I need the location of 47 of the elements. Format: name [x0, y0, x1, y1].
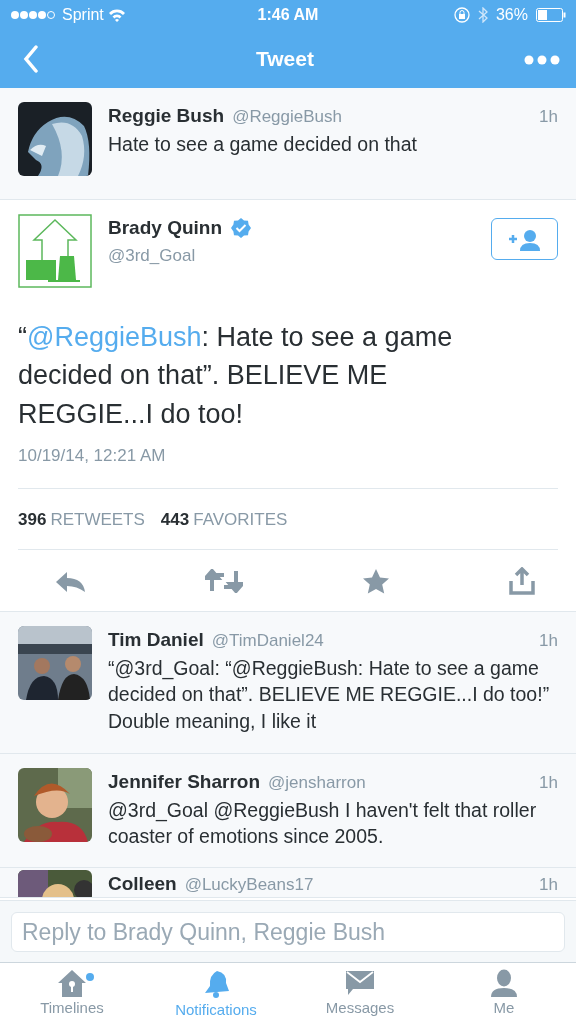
reply-button[interactable]	[55, 569, 87, 593]
tweet-timestamp: 10/19/14, 12:21 AM	[18, 445, 167, 467]
tab-bar-item[interactable]: Timelines	[0, 963, 144, 1024]
stat-count[interactable]: 396	[18, 506, 47, 533]
author-name[interactable]: Jennifer Sharron	[108, 768, 261, 797]
author-name[interactable]: Colleen	[108, 870, 177, 898]
bluetooth-icon	[477, 7, 488, 23]
stat-label[interactable]: FAVORITES	[193, 506, 288, 533]
author-name[interactable]: Reggie Bush	[108, 102, 225, 131]
reply-field[interactable]: Reply to Brady Quinn, Reggie Bush	[11, 912, 565, 952]
tweet-time: 1h	[539, 772, 558, 795]
stat-count[interactable]: 443	[160, 506, 190, 533]
battery-percent: 36%	[495, 5, 528, 25]
home-icon	[57, 969, 87, 997]
carrier-name: Sprint	[62, 5, 104, 25]
person-icon	[490, 969, 518, 997]
signal-icon	[10, 10, 58, 20]
status-time: 1:46 AM	[257, 5, 319, 25]
add-person-icon	[507, 228, 542, 251]
mention-link[interactable]: @ReggieBush	[27, 322, 202, 352]
author-handle[interactable]: @3rd_Goal	[108, 242, 475, 268]
retweet-button[interactable]	[205, 568, 244, 594]
tweet-time: 1h	[539, 106, 558, 128]
wifi-icon	[107, 8, 126, 22]
tweet-text: “@3rd_Goal: “@ReggieBush: Hate to see a game decided on that”. BELIEVE ME REGGIE...I do too!” Double meaning, I like it	[108, 656, 551, 734]
rotation-lock-icon	[453, 7, 470, 23]
follow-button[interactable]	[491, 218, 558, 260]
share-button[interactable]	[508, 567, 536, 595]
tweet-time: 1h	[539, 630, 558, 653]
tab-bar-item[interactable]: Me	[432, 963, 576, 1024]
stat-label[interactable]: RETWEETS	[50, 506, 145, 533]
tweet-text: @3rd_Goal @ReggieBush I haven't felt that roller coaster of emotions since 2005.	[108, 798, 538, 850]
tab-bar-item[interactable]: Notifications	[144, 963, 288, 1024]
author-handle[interactable]: @ReggieBush	[232, 104, 342, 130]
envelope-icon	[345, 969, 375, 997]
tab-bar-item[interactable]: Messages	[288, 963, 432, 1024]
tweet-text: “@ReggieBush: Hate to see a game decided on that”. BELIEVE ME REGGIE...I do too!	[18, 321, 454, 431]
tweet-time: 1h	[539, 874, 558, 897]
author-handle[interactable]: @jensharron	[268, 770, 366, 796]
page-title: Tweet	[256, 46, 314, 73]
author-name[interactable]: Tim Daniel	[108, 626, 204, 655]
battery-icon	[536, 8, 566, 22]
author-name[interactable]: Brady Quinn	[108, 214, 222, 243]
favorite-button[interactable]	[361, 568, 390, 594]
tweet-text: Hate to see a game decided on that	[108, 131, 418, 157]
author-handle[interactable]: @LuckyBeans17	[184, 872, 314, 898]
author-handle[interactable]: @TimDaniel24	[211, 628, 324, 654]
